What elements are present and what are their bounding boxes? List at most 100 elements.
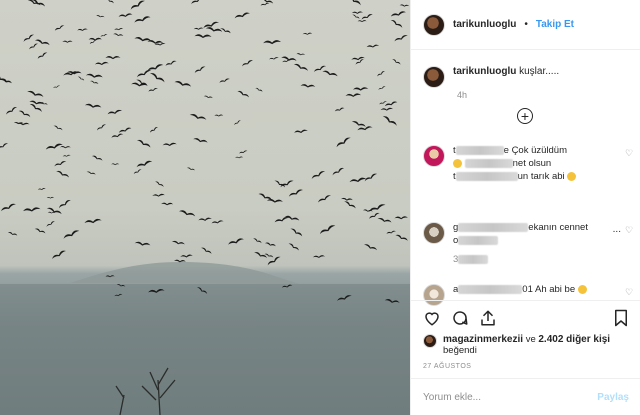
bird-silhouette	[16, 122, 30, 126]
load-more-comments-button[interactable]: +	[517, 108, 533, 124]
username-link[interactable]: tarikunluoglu	[453, 19, 516, 30]
bird-silhouette	[366, 44, 380, 48]
bird-silhouette	[152, 193, 165, 197]
caption-timestamp: 4h	[457, 90, 468, 100]
bird-silhouette	[369, 204, 386, 212]
redacted-text	[458, 284, 523, 294]
emoji-icon	[567, 171, 577, 181]
likes-count-link[interactable]: 2.402 diğer kişi	[538, 334, 610, 345]
comment-like-heart-icon[interactable]: ♡	[625, 226, 633, 235]
bird-silhouette	[288, 243, 299, 251]
comment-like-heart-icon[interactable]: ♡	[625, 288, 633, 297]
avatar[interactable]	[423, 66, 445, 88]
bird-silhouette	[0, 143, 9, 150]
bird-silhouette	[178, 210, 196, 217]
post-photo[interactable]	[0, 0, 410, 415]
post-date[interactable]: 27 AĞUSTOS	[423, 363, 471, 370]
comment-text: e Çok üzüldüm	[503, 145, 568, 156]
bird-silhouette	[280, 180, 294, 188]
bird-silhouette	[46, 207, 62, 215]
redacted-text	[455, 171, 518, 181]
bird-silhouette	[134, 16, 151, 23]
bird-silhouette	[237, 90, 249, 98]
add-comment-bar: Yorum ekle... Paylaş	[411, 378, 640, 415]
bird-silhouette	[58, 199, 71, 209]
bird-silhouette	[219, 78, 230, 83]
bird-silhouette	[364, 244, 377, 251]
bird-silhouette	[174, 81, 192, 87]
bird-silhouette	[149, 73, 165, 83]
bird-silhouette	[46, 196, 55, 199]
bird-silhouette	[296, 53, 306, 56]
bird-silhouette	[379, 101, 387, 105]
bird-silhouette	[62, 40, 73, 43]
bird-silhouette	[131, 82, 148, 87]
bird-silhouette	[382, 116, 397, 126]
bird-silhouette	[111, 133, 124, 138]
bird-silhouette	[198, 217, 212, 221]
bird-silhouette	[23, 207, 41, 212]
redacted-text	[455, 145, 504, 155]
bird-silhouette	[377, 217, 392, 223]
share-icon[interactable]	[479, 309, 497, 327]
bird-silhouette	[1, 203, 16, 212]
bird-silhouette	[29, 43, 38, 50]
bird-silhouette	[203, 95, 213, 99]
bird-silhouette	[162, 142, 177, 146]
bird-silhouette	[353, 87, 369, 91]
bird-silhouette	[390, 11, 406, 17]
bird-silhouette	[96, 124, 107, 131]
comment-like-heart-icon[interactable]: ♡	[625, 149, 633, 158]
comment-item: g ekanın cennet o 3 ... ♡	[423, 222, 635, 266]
bird-silhouette	[186, 167, 195, 171]
likes-suffix: beğendi	[443, 345, 477, 356]
bookmark-icon[interactable]	[613, 309, 629, 327]
bird-silhouette	[118, 127, 132, 133]
bird-silhouette	[300, 84, 316, 88]
bird-silhouette	[267, 256, 281, 266]
bird-silhouette	[46, 221, 55, 227]
post-header: tarikunluoglu • Takip Et	[411, 0, 640, 50]
bird-silhouette	[37, 188, 46, 190]
comment-input[interactable]: Yorum ekle...	[423, 392, 597, 403]
bird-silhouette	[0, 74, 8, 84]
bird-silhouette	[194, 66, 206, 74]
bird-silhouette	[6, 107, 18, 115]
post-comment-button[interactable]: Paylaş	[597, 392, 629, 403]
bird-silhouette	[332, 167, 345, 176]
bird-silhouette	[228, 238, 244, 245]
avatar[interactable]	[423, 222, 445, 244]
avatar[interactable]	[423, 13, 445, 36]
bird-silhouette	[148, 88, 158, 92]
comment-text: 01 Ah abi be	[522, 284, 576, 295]
bird-silhouette	[361, 14, 373, 20]
likes-connector: ve	[525, 334, 536, 345]
bird-silhouette	[136, 70, 152, 78]
bird-silhouette	[274, 217, 290, 223]
bird-silhouette	[161, 202, 174, 206]
bird-silhouette	[357, 126, 373, 131]
follow-button[interactable]: Takip Et	[536, 19, 574, 30]
bird-silhouette	[235, 156, 244, 159]
avatar[interactable]	[423, 145, 445, 167]
comment-text: un tarık abi	[517, 170, 565, 182]
bird-silhouette	[265, 242, 276, 247]
caption-username[interactable]: tarikunluoglu	[453, 66, 516, 77]
bird-silhouette	[134, 241, 151, 246]
bird-silhouette	[220, 28, 231, 34]
bird-silhouette	[312, 255, 326, 258]
bird-silhouette	[293, 63, 308, 71]
comment-more-options-icon[interactable]: ...	[613, 224, 621, 235]
bird-silhouette	[211, 220, 224, 224]
liker-username[interactable]: magazinmerkezii	[443, 334, 523, 345]
avatar[interactable]	[423, 334, 437, 348]
bird-silhouette	[7, 232, 18, 236]
bird-silhouette	[336, 137, 351, 148]
bird-silhouette	[136, 139, 151, 148]
bird-silhouette	[171, 240, 185, 245]
bird-silhouette	[254, 252, 268, 259]
island-silhouette	[70, 262, 300, 284]
comment-icon[interactable]	[451, 309, 469, 327]
heart-icon[interactable]	[423, 309, 441, 327]
bird-silhouette	[352, 14, 360, 19]
